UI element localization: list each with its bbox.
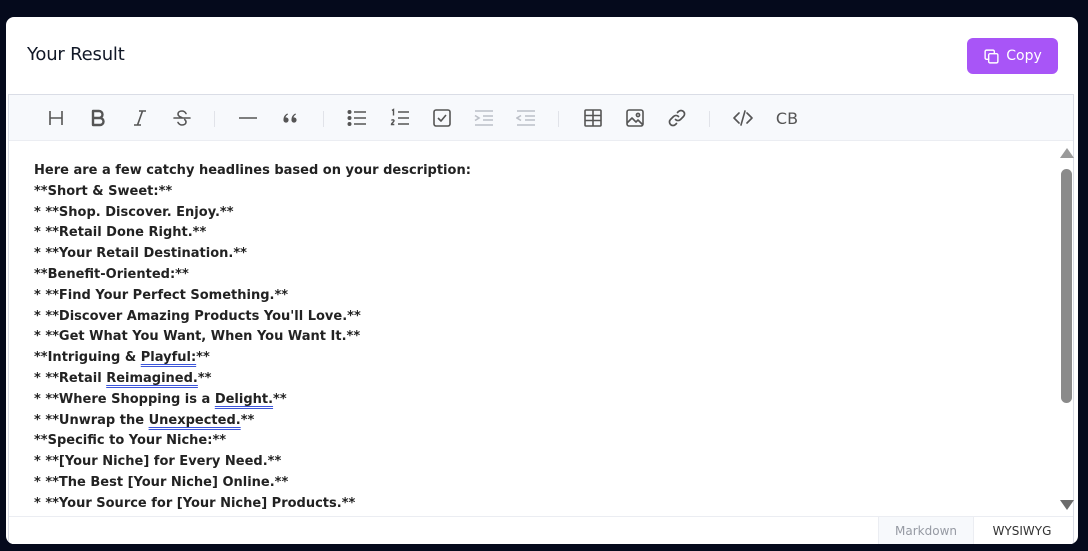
- content-line: * **Get What You Want, When You Want It.…: [34, 329, 361, 345]
- bold-button[interactable]: [87, 107, 109, 129]
- scroll-down-arrow-icon[interactable]: [1060, 500, 1074, 510]
- text-run: **: [240, 412, 255, 428]
- strikethrough-icon: [173, 110, 191, 126]
- content-line: * **[Your Niche] for Every Need.**: [34, 454, 282, 470]
- vertical-scrollbar[interactable]: [1057, 141, 1075, 516]
- outdent-icon: [516, 110, 535, 126]
- ordered-list-button[interactable]: [389, 107, 411, 129]
- scrollbar-thumb[interactable]: [1061, 169, 1072, 403]
- bullet-list-icon: [347, 109, 366, 127]
- table-icon: [584, 109, 602, 127]
- link-button[interactable]: [666, 107, 688, 129]
- code-block-icon: CB: [775, 108, 799, 128]
- content-line: **Short & Sweet:**: [34, 183, 173, 199]
- text-run: * **Retail: [34, 370, 107, 386]
- text-run: **: [273, 391, 287, 407]
- content-line: * **Your Source for [Your Niche] Product…: [34, 495, 356, 511]
- content-line: * **Find Your Perfect Something.**: [34, 287, 289, 303]
- toolbar-divider: [214, 111, 215, 127]
- strikethrough-button[interactable]: [171, 107, 193, 129]
- ordered-list-icon: [390, 108, 409, 126]
- bold-icon: [91, 109, 105, 127]
- content-line: * **Shop. Discover. Enjoy.**: [34, 204, 234, 220]
- image-icon: [626, 109, 644, 127]
- indent-icon: [474, 110, 493, 126]
- bullet-list-button[interactable]: [346, 107, 368, 129]
- image-button[interactable]: [624, 107, 646, 129]
- task-list-button[interactable]: [431, 107, 453, 129]
- heading-button[interactable]: [45, 107, 67, 129]
- horizontal-rule-icon: [239, 117, 257, 119]
- italic-icon: [134, 110, 146, 126]
- copy-button[interactable]: Copy: [967, 38, 1058, 74]
- indent-button[interactable]: [473, 107, 495, 129]
- horizontal-rule-button[interactable]: [237, 107, 259, 129]
- text-run: **: [196, 350, 210, 366]
- editor-toolbar: CB: [9, 95, 1073, 141]
- wysiwyg-mode-tab[interactable]: WYSIWYG: [974, 517, 1070, 544]
- code-icon: [733, 110, 753, 126]
- spellcheck-word[interactable]: Unexpected.: [149, 413, 241, 428]
- code-button[interactable]: [732, 107, 754, 129]
- content-line: **Intriguing & Playful:**: [34, 348, 1057, 369]
- spellcheck-word[interactable]: Reimagined.: [106, 371, 198, 386]
- toolbar-divider: [558, 111, 559, 127]
- page-title: Your Result: [27, 44, 125, 65]
- link-icon: [668, 109, 686, 127]
- spellcheck-word[interactable]: Playful:: [141, 350, 196, 365]
- content-line: * **The Best [Your Niche] Online.**: [34, 474, 289, 490]
- heading-icon: [49, 111, 63, 125]
- content-line: * **Retail Reimagined.**: [34, 369, 1057, 390]
- editor-content[interactable]: Here are a few catchy headlines based on…: [9, 141, 1057, 516]
- content-line: * **Unwrap the Unexpected.**: [34, 411, 1057, 432]
- text-run: **Intriguing &: [34, 350, 141, 366]
- copy-button-label: Copy: [1006, 48, 1042, 64]
- content-line: * **Retail Done Right.**: [34, 225, 207, 241]
- content-line: Here are a few catchy headlines based on…: [34, 163, 471, 178]
- text-run: * **Unwrap the: [34, 412, 149, 428]
- outdent-button[interactable]: [515, 107, 537, 129]
- spellcheck-word[interactable]: Delight.: [215, 392, 273, 407]
- content-line: * **Discover Amazing Products You'll Lov…: [34, 308, 361, 324]
- text-run: * **Where Shopping is a: [34, 391, 215, 407]
- mode-switch: Markdown WYSIWYG: [9, 516, 1073, 544]
- toolbar-divider: [323, 111, 324, 127]
- italic-button[interactable]: [129, 107, 151, 129]
- quote-button[interactable]: [279, 107, 301, 129]
- content-line: **Specific to Your Niche:**: [34, 433, 227, 449]
- content-line: * **Your Retail Destination.**: [34, 246, 247, 262]
- scroll-up-arrow-icon[interactable]: [1060, 148, 1074, 158]
- quote-icon: [283, 113, 297, 123]
- toolbar-divider: [709, 111, 710, 127]
- table-button[interactable]: [582, 107, 604, 129]
- content-line: * **Where Shopping is a Delight.**: [34, 390, 1057, 411]
- code-block-button[interactable]: CB: [774, 107, 800, 129]
- markdown-editor: CB Here are a few catchy headlines based…: [8, 94, 1074, 544]
- result-card: Your Result Copy CB Here are a few catch…: [6, 17, 1078, 544]
- content-line: **Benefit-Oriented:**: [34, 266, 189, 282]
- markdown-mode-tab[interactable]: Markdown: [878, 517, 974, 544]
- text-run: **: [197, 370, 212, 386]
- card-header: Your Result Copy: [6, 17, 1078, 94]
- task-list-icon: [433, 109, 451, 127]
- copy-icon: [984, 48, 999, 64]
